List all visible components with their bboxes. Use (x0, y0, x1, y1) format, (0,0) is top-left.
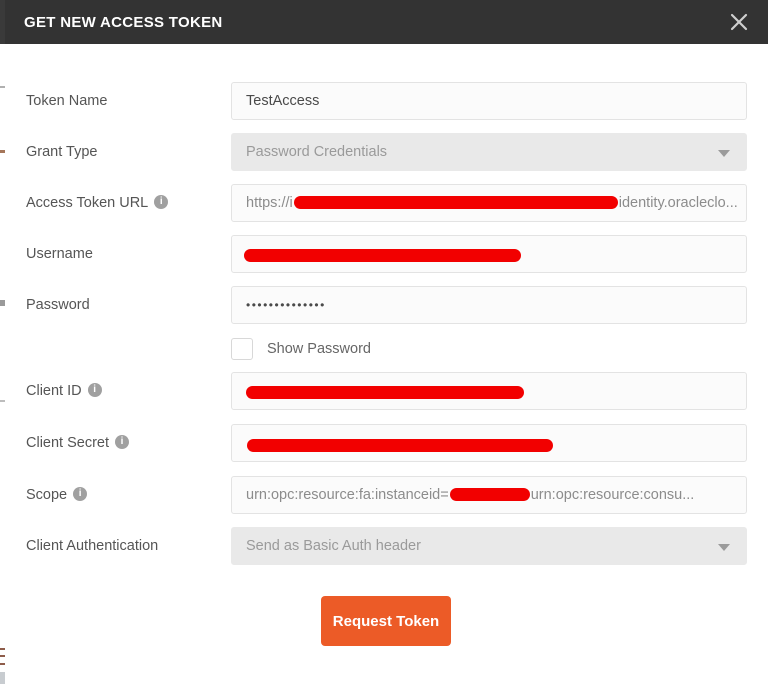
close-icon[interactable] (724, 8, 754, 36)
label-scope: Scope i (26, 476, 88, 514)
form-row-access-token-url: Access Token URL i https://i identity.orac… (0, 184, 768, 222)
show-password-row[interactable]: Show Password (231, 336, 371, 362)
label-username-text: Username (26, 246, 93, 262)
label-client-authentication: Client Authentication (26, 527, 158, 565)
label-username: Username (26, 235, 93, 273)
form-row-client-secret: Client Secret i (0, 424, 768, 462)
redaction-bar (293, 195, 618, 209)
form-row-grant-type: Grant Type Password Credentials (0, 133, 768, 171)
label-password: Password (26, 286, 90, 324)
info-icon[interactable]: i (73, 487, 88, 502)
label-client-secret-text: Client Secret (26, 435, 110, 451)
page-edge-artifact (0, 0, 5, 694)
password-input[interactable]: •••••••••••••• (231, 286, 747, 324)
access-token-url-suffix: identity.oracleclo... (618, 195, 738, 211)
token-name-input[interactable]: TestAccess (231, 82, 747, 120)
label-grant-type: Grant Type (26, 133, 97, 171)
label-grant-type-text: Grant Type (26, 144, 98, 160)
scope-value: urn:opc:resource:fa:instanceid= urn:opc:r… (232, 487, 694, 503)
label-client-id: Client ID i (26, 372, 102, 410)
scope-suffix: urn:opc:resource:consu... (530, 487, 695, 503)
edge-segment (0, 150, 5, 153)
edge-segment (0, 86, 5, 88)
label-password-text: Password (26, 297, 90, 313)
modal-header: GET NEW ACCESS TOKEN (0, 0, 768, 44)
label-token-name-text: Token Name (26, 93, 108, 109)
label-client-authentication-text: Client Authentication (26, 538, 159, 554)
edge-segment (0, 0, 5, 44)
show-password-label: Show Password (267, 341, 371, 357)
edge-segment (0, 400, 5, 402)
info-icon[interactable]: i (154, 195, 169, 210)
redaction-bar (244, 249, 521, 262)
form-row-client-id: Client ID i (0, 372, 768, 410)
access-token-url-prefix: https://i (246, 195, 293, 211)
password-value: •••••••••••••• (246, 298, 326, 312)
label-token-name: Token Name (26, 82, 107, 120)
access-token-url-input[interactable]: https://i identity.oracleclo... (231, 184, 747, 222)
form-row-client-authentication: Client Authentication Send as Basic Auth… (0, 527, 768, 565)
client-id-input[interactable] (231, 372, 747, 410)
grant-type-value: Password Credentials (246, 144, 388, 160)
label-scope-text: Scope (26, 487, 68, 503)
form-row-username: Username (0, 235, 768, 273)
chevron-down-icon (718, 544, 730, 551)
grant-type-select[interactable]: Password Credentials (231, 133, 747, 171)
label-access-token-url-text: Access Token URL (26, 195, 149, 211)
scope-prefix: urn:opc:resource:fa:instanceid= (246, 487, 449, 503)
access-token-url-value: https://i identity.oracleclo... (232, 195, 738, 211)
edge-segment (0, 672, 5, 684)
form-row-password: Password •••••••••••••• (0, 286, 768, 324)
client-authentication-select[interactable]: Send as Basic Auth header (231, 527, 747, 565)
info-icon[interactable]: i (87, 383, 102, 398)
label-client-secret: Client Secret i (26, 424, 130, 462)
request-token-button[interactable]: Request Token (321, 596, 451, 646)
token-name-value: TestAccess (246, 93, 320, 109)
show-password-checkbox[interactable] (231, 338, 253, 360)
redaction-bar (246, 386, 524, 399)
edge-segment (0, 663, 5, 665)
client-authentication-value: Send as Basic Auth header (246, 538, 421, 554)
redaction-bar (449, 487, 530, 501)
edge-segment (0, 300, 5, 306)
form-row-scope: Scope i urn:opc:resource:fa:instanceid= ur… (0, 476, 768, 514)
label-access-token-url: Access Token URL i (26, 184, 169, 222)
label-client-id-text: Client ID (26, 383, 82, 399)
info-icon[interactable]: i (115, 435, 130, 450)
form-row-token-name: Token Name TestAccess (0, 82, 768, 120)
chevron-down-icon (718, 150, 730, 157)
redaction-bar (247, 439, 553, 452)
username-input[interactable] (231, 235, 747, 273)
scope-input[interactable]: urn:opc:resource:fa:instanceid= urn:opc:r… (231, 476, 747, 514)
modal-body: Token Name TestAccess Grant Type Passwor… (0, 44, 768, 694)
client-secret-input[interactable] (231, 424, 747, 462)
edge-segment (0, 648, 5, 650)
modal-title: GET NEW ACCESS TOKEN (24, 13, 223, 31)
edge-segment (0, 655, 5, 657)
